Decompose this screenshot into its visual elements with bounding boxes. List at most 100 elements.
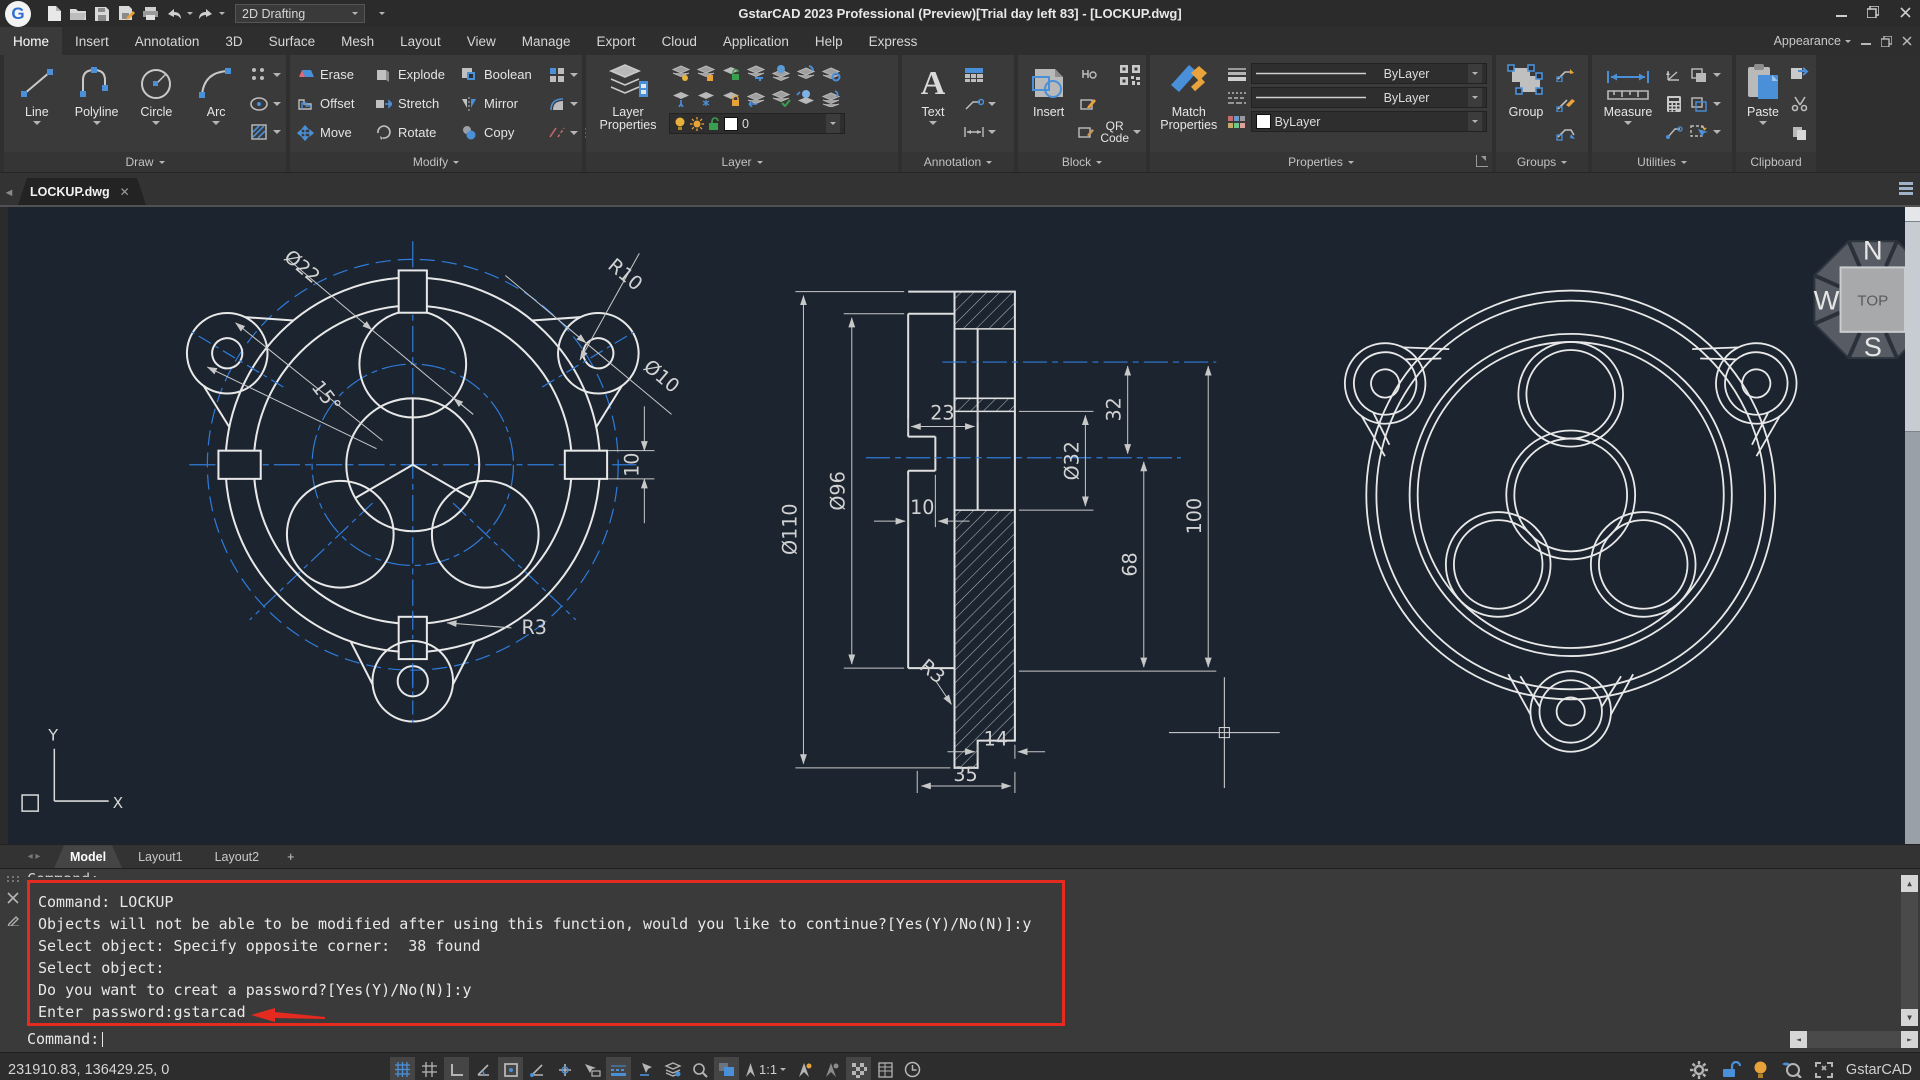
- doc-close-icon[interactable]: [1902, 36, 1912, 46]
- command-prompt[interactable]: Command:: [27, 1030, 110, 1048]
- ellipse-icon[interactable]: [248, 93, 270, 115]
- workspace-select[interactable]: 2D Drafting: [235, 4, 365, 23]
- stretch-button[interactable]: Stretch: [373, 95, 459, 113]
- measure-button[interactable]: Measure: [1597, 59, 1659, 152]
- layer-key-icon[interactable]: [744, 61, 768, 85]
- mirror-button[interactable]: Mirror: [459, 95, 547, 113]
- tab-scroll-left-icon[interactable]: ◄: [0, 181, 18, 205]
- text-dropdown-icon[interactable]: [929, 121, 937, 125]
- table-icon[interactable]: [963, 64, 985, 86]
- tab-model[interactable]: Model: [54, 845, 122, 868]
- match-properties-button[interactable]: Match Properties: [1155, 59, 1223, 152]
- tab-home[interactable]: Home: [0, 27, 62, 55]
- tab-annotation[interactable]: Annotation: [122, 27, 213, 55]
- tab-cloud[interactable]: Cloud: [649, 27, 710, 55]
- document-tab-lockup[interactable]: LOCKUP.dwg ✕: [18, 178, 146, 205]
- command-edit-icon[interactable]: [7, 913, 20, 926]
- ortho-toggle-icon[interactable]: [444, 1057, 469, 1080]
- explode-button[interactable]: Explode: [373, 66, 459, 84]
- panel-label-utilities[interactable]: Utilities: [1592, 152, 1732, 172]
- quick-properties-icon[interactable]: [873, 1057, 898, 1080]
- save-as-icon[interactable]: [115, 3, 137, 25]
- layer-freeze-icon[interactable]: [694, 61, 718, 85]
- group-selection-icon[interactable]: [1555, 122, 1577, 144]
- doc-minimize-icon[interactable]: [1861, 36, 1871, 46]
- command-vscrollbar[interactable]: ▲ ▼: [1901, 875, 1918, 1026]
- viewcube-north[interactable]: N: [1863, 234, 1883, 265]
- layer-vpfreeze-icon[interactable]: [819, 61, 843, 85]
- redo-dropdown-icon[interactable]: [219, 12, 225, 15]
- tab-list-icon[interactable]: [1898, 181, 1914, 200]
- linetype-select[interactable]: ByLayer: [1251, 87, 1487, 108]
- qr-code-icon[interactable]: [1119, 64, 1141, 86]
- new-file-icon[interactable]: [43, 3, 65, 25]
- layout-nav-icons[interactable]: ◂ ▸: [14, 845, 54, 868]
- viewcube-south[interactable]: S: [1864, 331, 1882, 362]
- group-edit-icon[interactable]: [1555, 93, 1577, 115]
- panel-label-modify[interactable]: Modify: [290, 152, 582, 172]
- grid-toggle-icon[interactable]: [417, 1057, 442, 1080]
- rotate-button[interactable]: Rotate: [373, 124, 459, 142]
- layer-unlock-icon[interactable]: [719, 61, 743, 85]
- dynamic-input-toggle-icon[interactable]: [579, 1057, 604, 1080]
- layer-lock-icon[interactable]: [719, 86, 743, 110]
- command-hscrollbar[interactable]: ◄ ►: [1790, 1031, 1918, 1048]
- circle-button[interactable]: Circle: [129, 59, 185, 152]
- copy-nested-icon[interactable]: [1688, 93, 1710, 115]
- layer-unisolate-icon[interactable]: [819, 86, 843, 110]
- polyline-dropdown-icon[interactable]: [93, 121, 101, 125]
- panel-label-layer[interactable]: Layer: [586, 152, 898, 172]
- calculator-icon[interactable]: [1663, 93, 1685, 115]
- restore-icon[interactable]: [1864, 6, 1882, 21]
- command-drag-handle-icon[interactable]: [6, 875, 20, 883]
- tab-application[interactable]: Application: [710, 27, 802, 55]
- appearance-menu[interactable]: Appearance: [1774, 34, 1851, 48]
- measure-dropdown-icon[interactable]: [1624, 121, 1632, 125]
- panel-label-draw[interactable]: Draw: [4, 152, 286, 172]
- tab-export[interactable]: Export: [584, 27, 649, 55]
- copy-clip-icon[interactable]: [1789, 63, 1811, 85]
- command-scroll-up-icon[interactable]: ▲: [1901, 875, 1918, 892]
- ellipse-dropdown-icon[interactable]: [273, 102, 281, 106]
- lineweight-select[interactable]: ByLayer: [1251, 63, 1487, 84]
- util-dropdown-2-icon[interactable]: [1713, 102, 1721, 106]
- panel-label-properties[interactable]: Properties: [1150, 152, 1492, 172]
- layer-properties-button[interactable]: Layer Properties: [591, 59, 665, 152]
- color-select[interactable]: ByLayer: [1251, 111, 1487, 132]
- toolbar-options-icon[interactable]: [379, 12, 385, 15]
- tab-help[interactable]: Help: [802, 27, 856, 55]
- viewcube-top-label[interactable]: TOP: [1857, 293, 1888, 310]
- tab-surface[interactable]: Surface: [256, 27, 329, 55]
- point-mark-icon[interactable]: [1663, 121, 1685, 143]
- text-button[interactable]: A Text: [907, 59, 959, 152]
- layer-off-icon[interactable]: [669, 86, 693, 110]
- cut-icon[interactable]: [1789, 93, 1811, 115]
- line-dropdown-icon[interactable]: [33, 121, 41, 125]
- unlock-icon[interactable]: [1721, 1061, 1741, 1078]
- tab-mesh[interactable]: Mesh: [328, 27, 387, 55]
- point-icon[interactable]: [248, 64, 270, 86]
- group-button[interactable]: Group: [1501, 59, 1551, 152]
- layer-isolate-icon[interactable]: [794, 86, 818, 110]
- panel-label-clipboard[interactable]: Clipboard: [1736, 152, 1816, 172]
- open-folder-icon[interactable]: [67, 3, 89, 25]
- layer-isolate-toggle-icon[interactable]: [660, 1057, 685, 1080]
- line-button[interactable]: Line: [9, 59, 65, 152]
- command-close-icon[interactable]: [7, 892, 19, 904]
- object-snap-track-toggle-icon[interactable]: [525, 1057, 550, 1080]
- tab-3d[interactable]: 3D: [212, 27, 255, 55]
- command-scroll-right-icon[interactable]: ►: [1901, 1031, 1918, 1048]
- leader-icon[interactable]: [963, 93, 985, 115]
- break-button[interactable]: [547, 124, 583, 142]
- tab-layout2[interactable]: Layout2: [199, 845, 275, 868]
- hatch-dropdown-icon[interactable]: [273, 130, 281, 134]
- viewcube[interactable]: TOP N W E S: [1814, 234, 1905, 362]
- qr-code-label[interactable]: QR Code: [1098, 120, 1131, 144]
- tab-view[interactable]: View: [454, 27, 509, 55]
- save-icon[interactable]: [91, 3, 113, 25]
- fillet-button[interactable]: [547, 95, 583, 113]
- qr-dropdown-icon[interactable]: [1133, 130, 1141, 134]
- tab-express[interactable]: Express: [856, 27, 931, 55]
- model-space[interactable]: Ø22 R10 Ø10 15° 10 R3: [8, 207, 1905, 844]
- circle-dropdown-icon[interactable]: [152, 121, 160, 125]
